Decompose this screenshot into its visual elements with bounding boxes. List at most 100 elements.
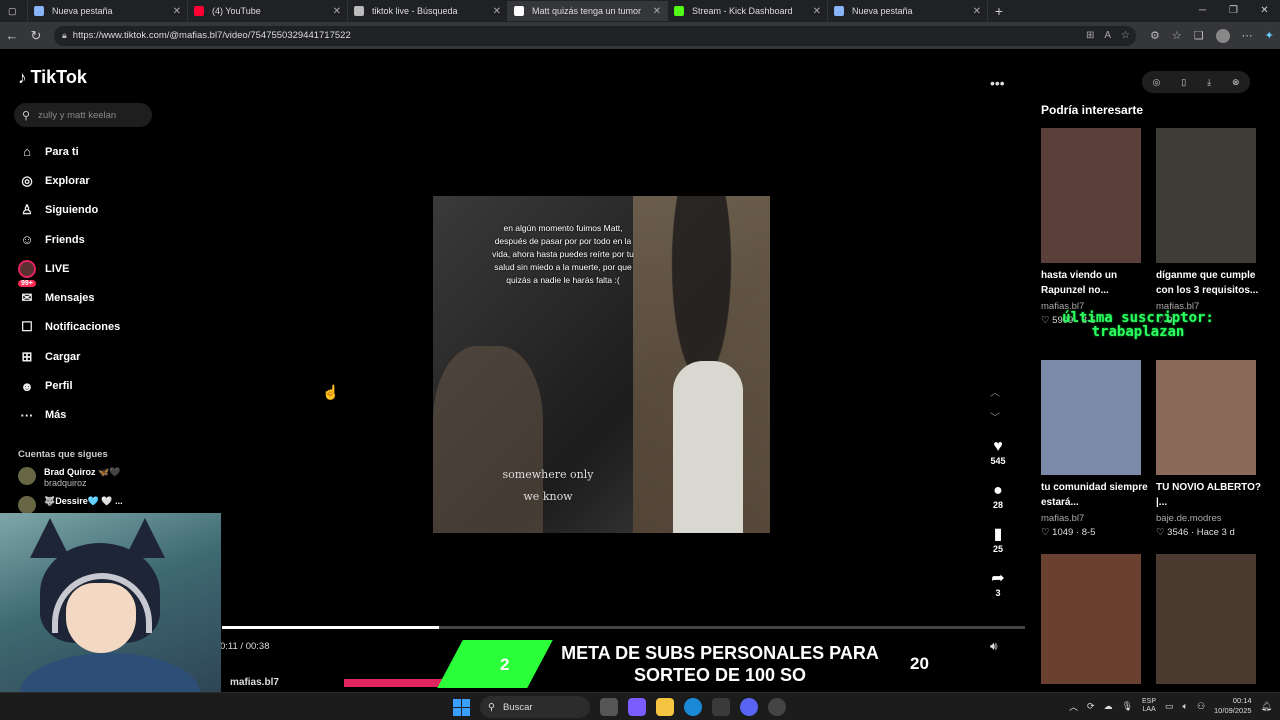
recommendation-thumbnail[interactable] xyxy=(1041,360,1141,475)
recommendation-user[interactable]: baje.de.modres xyxy=(1156,513,1221,524)
copilot-icon[interactable]: ✦ xyxy=(1265,29,1274,42)
sidebar-item-explorar[interactable]: ◎ Explorar xyxy=(18,166,120,195)
more-options-icon[interactable]: ••• xyxy=(990,75,1005,91)
sidebar-item-label: Notificaciones xyxy=(45,321,121,334)
save-button[interactable]: ▮ 25 xyxy=(985,526,1011,554)
tiktok-note-icon: ♪ xyxy=(18,67,27,87)
tab-close-icon[interactable]: ✕ xyxy=(973,6,981,17)
recommendation-thumbnail[interactable] xyxy=(1156,554,1256,684)
copilot-app-icon[interactable] xyxy=(628,698,646,716)
tab-close-icon[interactable]: ✕ xyxy=(813,6,821,17)
following-account[interactable]: Brad Quiroz 🦋🖤 bradquiroz xyxy=(18,467,123,488)
edge-browser-icon[interactable] xyxy=(684,698,702,716)
volume-tray-icon[interactable]: 🔈︎ xyxy=(1183,701,1188,712)
tiktok-logo[interactable]: ♪ TikTok xyxy=(18,67,87,88)
read-aloud-icon[interactable]: A xyxy=(1104,30,1111,41)
battery-icon[interactable]: ⚇ xyxy=(1197,701,1205,712)
recommendation-thumbnail[interactable] xyxy=(1156,128,1256,263)
sidebar-item-friends[interactable]: ☺ Friends xyxy=(18,225,120,254)
volume-icon[interactable]: 🔊︎ xyxy=(990,639,998,654)
tool-icon-1[interactable]: ◎ xyxy=(1152,77,1160,88)
close-window-icon[interactable]: ✕ xyxy=(1249,0,1280,22)
recommendation-user[interactable]: mafias.bl7 xyxy=(1041,513,1084,524)
minimize-icon[interactable]: ─ xyxy=(1187,0,1218,22)
video-progress-bar[interactable] xyxy=(222,626,1025,629)
back-icon[interactable]: ← xyxy=(0,28,24,43)
network-icon[interactable]: ▭ xyxy=(1165,701,1174,712)
url-bar[interactable]: 🔒︎ https://www.tiktok.com/@mafias.bl7/vi… xyxy=(54,25,1136,46)
extension-icon[interactable]: ⚙ xyxy=(1150,29,1160,42)
video-player[interactable]: en algún momento fuimos Matt, después de… xyxy=(433,196,770,533)
task-view-icon[interactable] xyxy=(600,698,618,716)
previous-video-icon[interactable]: ︿ xyxy=(990,384,1000,399)
sidebar-item-cargar[interactable]: ⊞ Cargar xyxy=(18,342,120,371)
recommendation-title[interactable]: díganme que cumple con los 3 requisitos.… xyxy=(1156,268,1266,298)
tool-icon-2[interactable]: ▯ xyxy=(1181,77,1186,88)
browser-tab[interactable]: tiktok live - Búsqueda ✕ xyxy=(348,1,508,21)
tab-close-icon[interactable]: ✕ xyxy=(493,6,501,17)
language-indicator[interactable]: ESP LAA xyxy=(1142,698,1156,714)
clock[interactable]: 00:14 10/09/2025 xyxy=(1214,696,1252,716)
like-button[interactable]: ♥ 545 xyxy=(985,438,1011,466)
new-tab-button[interactable]: + xyxy=(988,3,1010,19)
file-explorer-icon[interactable] xyxy=(656,698,674,716)
reload-icon[interactable]: ↻ xyxy=(24,28,48,44)
search-placeholder: zully y matt keelan xyxy=(38,109,117,121)
follow-bar[interactable] xyxy=(344,679,447,687)
video-author[interactable]: mafias.bl7 xyxy=(230,677,279,688)
sidebar-item-para-ti[interactable]: ⌂ Para ti xyxy=(18,137,120,166)
app-icon[interactable]: ⊞ xyxy=(1086,30,1094,41)
tab-actions-icon[interactable]: ▢ xyxy=(0,1,28,21)
browser-tab[interactable]: (4) YouTube ✕ xyxy=(188,1,348,21)
sidebar-item-label: Más xyxy=(45,409,67,422)
sidebar-item-live[interactable]: LIVE xyxy=(18,254,120,283)
profile-avatar[interactable] xyxy=(1215,28,1230,43)
save-count: 25 xyxy=(992,544,1003,554)
tab-close-icon[interactable]: ✕ xyxy=(653,6,661,17)
more-icon: ··· xyxy=(20,407,34,423)
sidebar-item-label: Perfil xyxy=(45,380,73,393)
favorites-icon[interactable]: ☆ xyxy=(1172,29,1182,42)
recommendation-thumbnail[interactable] xyxy=(1156,360,1256,475)
store-icon[interactable] xyxy=(712,698,730,716)
browser-tab[interactable]: Matt quizás tenga un tumor ✕ xyxy=(508,1,668,21)
share-button[interactable]: ➦ 3 xyxy=(985,570,1011,598)
close-tool-icon[interactable]: ⊗ xyxy=(1232,77,1240,88)
account-name: 🐺Dessire🩵 🤍 ... xyxy=(44,496,123,506)
next-video-icon[interactable]: ﹀ xyxy=(990,409,1000,424)
recommendation-title[interactable]: TU NOVIO ALBERTO? |... xyxy=(1156,480,1266,510)
messages-badge: 99+ xyxy=(18,280,36,288)
browser-tab[interactable]: Stream - Kick Dashboard ✕ xyxy=(668,1,828,21)
sync-icon[interactable]: ⟳ xyxy=(1087,701,1095,712)
tab-close-icon[interactable]: ✕ xyxy=(173,6,181,17)
recommendation-title[interactable]: tu comunidad siempre estará... xyxy=(1041,480,1151,510)
discord-icon[interactable] xyxy=(740,698,758,716)
cloud-icon[interactable]: ☁ xyxy=(1104,701,1113,712)
tray-chevron-icon[interactable]: ︿ xyxy=(1069,700,1078,713)
obs-icon[interactable] xyxy=(768,698,786,716)
recommendation-thumbnail[interactable] xyxy=(1041,128,1141,263)
taskbar-search[interactable]: ⚲ Buscar xyxy=(480,696,590,718)
collections-icon[interactable]: ❑ xyxy=(1194,29,1204,42)
recommendation-thumbnail[interactable] xyxy=(1041,554,1141,684)
mic-icon[interactable]: 🎙︎ xyxy=(1122,701,1133,712)
windows-start-icon[interactable] xyxy=(453,698,470,716)
sidebar-item-notificaciones[interactable]: ☐ Notificaciones xyxy=(18,313,120,342)
sidebar-item-perfil[interactable]: ☻ Perfil xyxy=(18,371,120,400)
recommendation-title[interactable]: hasta viendo un Rapunzel no... xyxy=(1041,268,1151,298)
download-icon[interactable]: ⤓ xyxy=(1207,77,1211,88)
tab-close-icon[interactable]: ✕ xyxy=(333,6,341,17)
browser-tab[interactable]: Nueva pestaña ✕ xyxy=(828,1,988,21)
favorite-star-icon[interactable]: ☆ xyxy=(1121,30,1130,41)
goal-green-banner xyxy=(437,640,553,688)
sidebar-item-mensajes[interactable]: ✉ 99+ Mensajes xyxy=(18,280,120,312)
sidebar-item-siguiendo[interactable]: ♙ Siguiendo xyxy=(18,196,120,225)
comment-button[interactable]: ● 28 xyxy=(985,482,1011,510)
sidebar-item-más[interactable]: ··· Más xyxy=(18,401,120,430)
search-input[interactable]: ⚲ zully y matt keelan xyxy=(14,103,152,127)
following-account[interactable]: 🐺Dessire🩵 🤍 ... xyxy=(18,496,123,514)
menu-dots-icon[interactable]: ⋯ xyxy=(1242,29,1253,42)
browser-tab[interactable]: Nueva pestaña ✕ xyxy=(28,1,188,21)
maximize-icon[interactable]: ❐ xyxy=(1218,0,1249,22)
notification-bell-icon[interactable]: 🔔︎ xyxy=(1261,701,1272,712)
